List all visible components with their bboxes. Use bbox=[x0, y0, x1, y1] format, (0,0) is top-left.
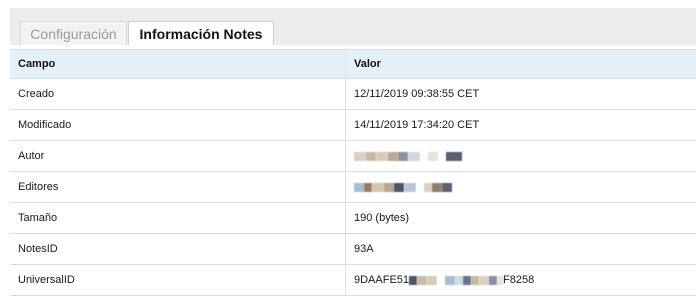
field-label-editores: Editores bbox=[10, 172, 346, 203]
table-row: Modificado 14/11/2019 17:34:20 CET bbox=[10, 110, 696, 141]
table-row: Autor bbox=[10, 141, 696, 172]
field-value-tamano: 190 (bytes) bbox=[346, 203, 696, 234]
notes-properties-panel: Configuración Información Notes Campo Va… bbox=[0, 0, 696, 291]
table-row: Creado 12/11/2019 09:38:55 CET bbox=[10, 79, 696, 110]
properties-table: Campo Valor Creado 12/11/2019 09:38:55 C… bbox=[10, 49, 696, 296]
column-header-valor: Valor bbox=[346, 50, 696, 79]
field-label-autor: Autor bbox=[10, 141, 346, 172]
tab-configuracion[interactable]: Configuración bbox=[20, 21, 127, 45]
field-label-modificado: Modificado bbox=[10, 110, 346, 141]
universalid-prefix: 9DAAFE51 bbox=[354, 274, 409, 286]
field-value-notesid: 93A bbox=[346, 234, 696, 265]
field-value-modificado: 14/11/2019 17:34:20 CET bbox=[346, 110, 696, 141]
table-row: NotesID 93A bbox=[10, 234, 696, 265]
redacted-author-value bbox=[354, 150, 462, 162]
universalid-suffix: F8258 bbox=[503, 274, 534, 286]
redacted-universalid-middle bbox=[409, 274, 503, 286]
field-value-autor bbox=[346, 141, 696, 172]
field-label-creado: Creado bbox=[10, 79, 346, 110]
tab-bar: Configuración Información Notes bbox=[10, 8, 696, 45]
field-label-tamano: Tamaño bbox=[10, 203, 346, 234]
field-value-creado: 12/11/2019 09:38:55 CET bbox=[346, 79, 696, 110]
column-header-campo: Campo bbox=[10, 50, 346, 79]
table-row: Tamaño 190 (bytes) bbox=[10, 203, 696, 234]
table-header-row: Campo Valor bbox=[10, 50, 696, 79]
redacted-editors-value bbox=[354, 181, 452, 193]
field-value-editores bbox=[346, 172, 696, 203]
table-row: Editores bbox=[10, 172, 696, 203]
tab-informacion-notes[interactable]: Información Notes bbox=[128, 21, 274, 45]
field-label-notesid: NotesID bbox=[10, 234, 346, 265]
